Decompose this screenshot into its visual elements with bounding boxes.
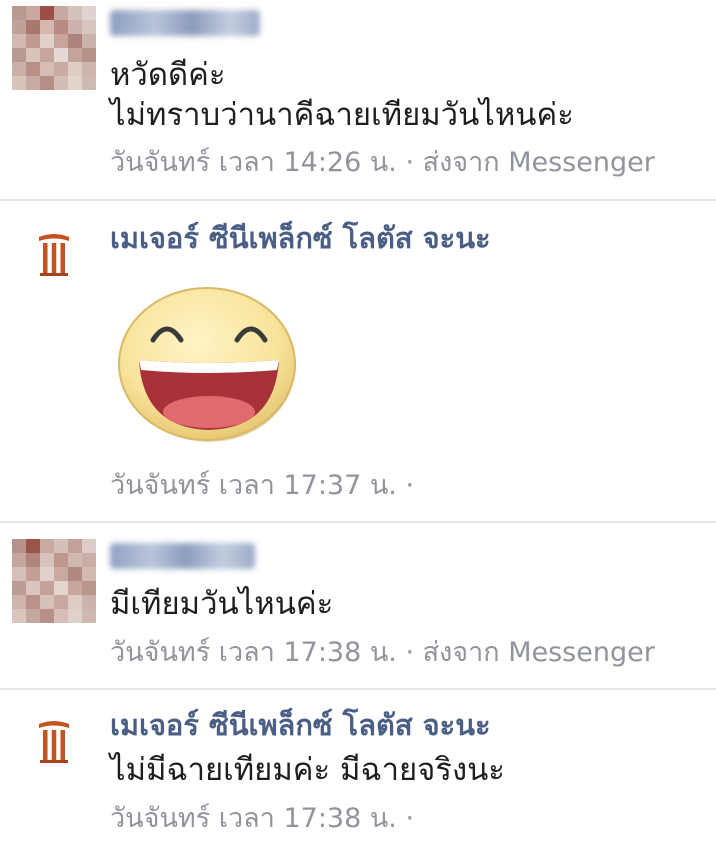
message-thread: หวัดดีค่ะ ไม่ทราบว่านาคีฉายเทียมวันไหนค่… <box>0 0 716 854</box>
message-text-line: หวัดดีค่ะ <box>110 57 226 93</box>
page-logo-icon[interactable] <box>36 718 72 764</box>
avatar[interactable] <box>12 6 96 90</box>
message-item: มีเทียมวันไหนค่ะ วันจันทร์ เวลา 17:38 น.… <box>0 523 716 688</box>
message-text-line: ไม่มีฉายเทียมค่ะ มีฉายจริงนะ <box>110 752 505 788</box>
laughing-smiley-sticker <box>118 287 296 442</box>
message-timestamp[interactable]: วันจันทร์ เวลา 17:37 น. · <box>110 469 414 503</box>
avatar[interactable] <box>12 539 96 623</box>
message-item: เมเจอร์ ซีนีเพล็กซ์ โลตัส จะนะ ไม่มีฉายเ… <box>0 690 716 854</box>
message-timestamp[interactable]: วันจันทร์ เวลา 14:26 น. · ส่งจาก Messeng… <box>110 146 655 180</box>
message-timestamp[interactable]: วันจันทร์ เวลา 17:38 น. · <box>110 802 414 836</box>
message-text-line: มีเทียมวันไหนค่ะ <box>110 586 334 622</box>
message-text-line: ไม่ทราบว่านาคีฉายเทียมวันไหนค่ะ <box>110 97 574 133</box>
sender-name[interactable]: เมเจอร์ ซีนีเพล็กซ์ โลตัส จะนะ <box>110 220 491 256</box>
message-timestamp[interactable]: วันจันทร์ เวลา 17:38 น. · ส่งจาก Messeng… <box>110 636 655 670</box>
sender-name[interactable]: เมเจอร์ ซีนีเพล็กซ์ โลตัส จะนะ <box>110 707 491 743</box>
sender-name-redacted[interactable] <box>110 543 255 569</box>
sender-name-redacted[interactable] <box>110 10 260 36</box>
page-logo-icon[interactable] <box>36 231 72 277</box>
message-item: หวัดดีค่ะ ไม่ทราบว่านาคีฉายเทียมวันไหนค่… <box>0 0 716 200</box>
